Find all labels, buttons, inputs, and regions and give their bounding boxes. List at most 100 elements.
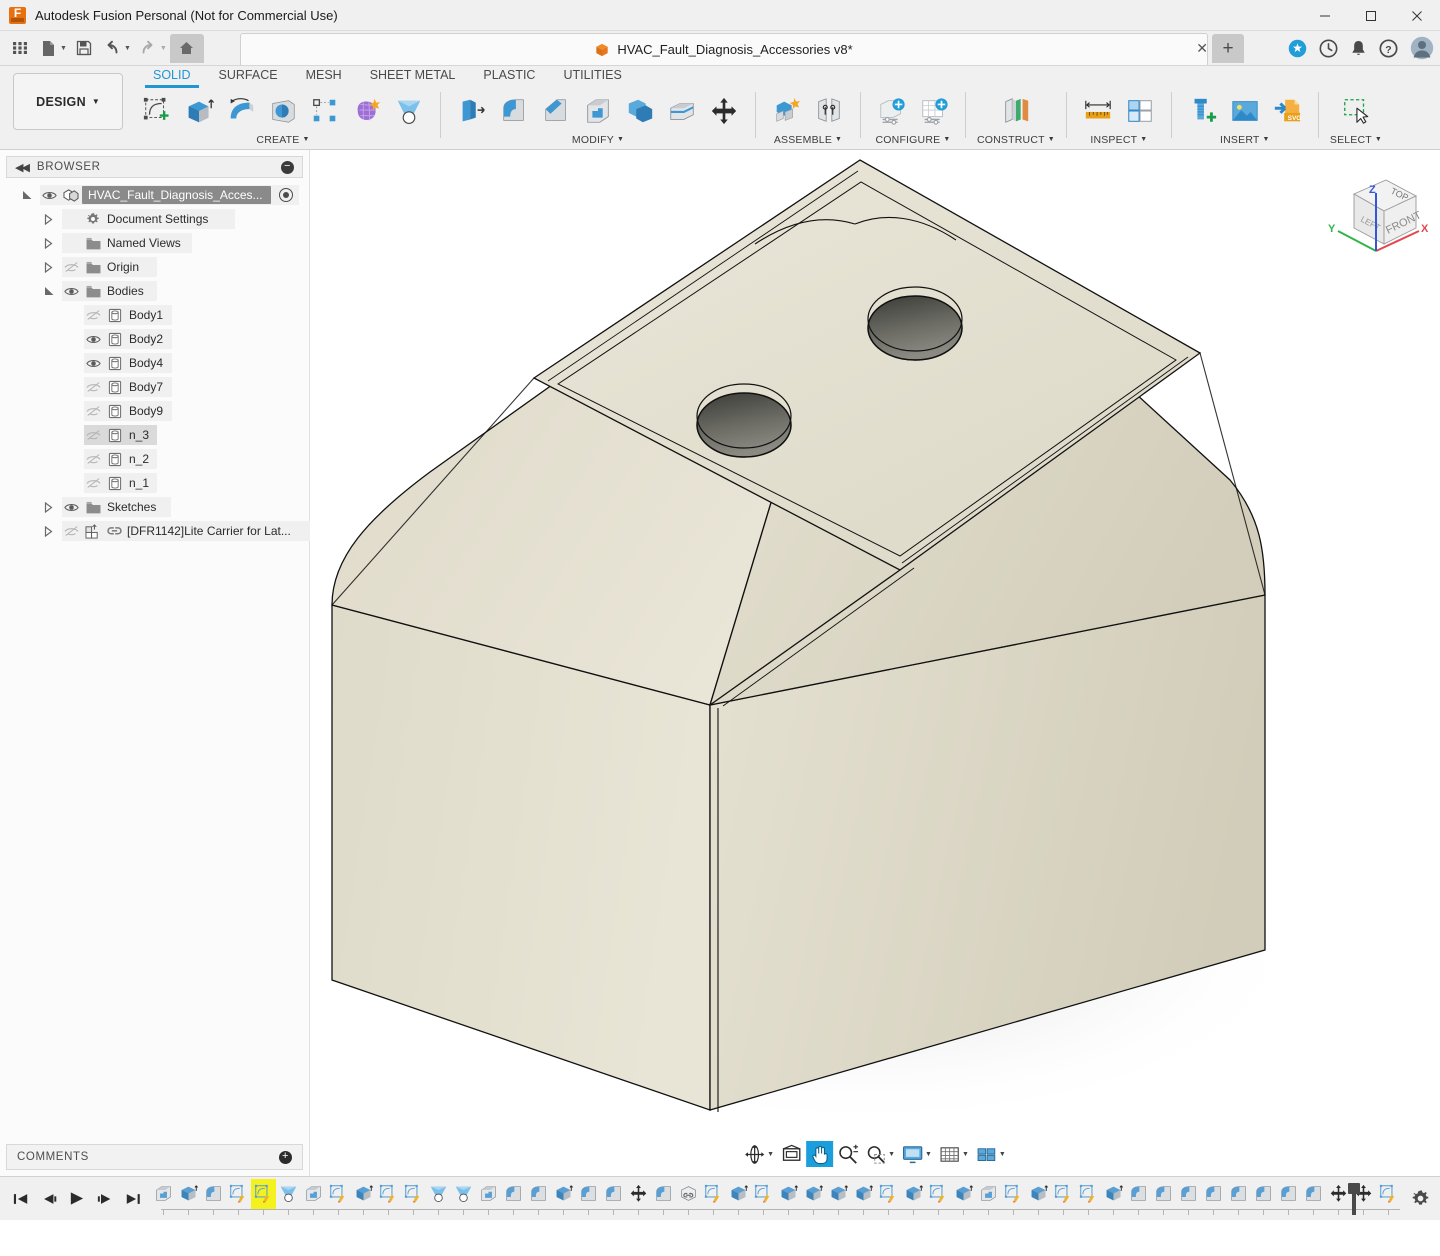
loft-icon[interactable]: [389, 91, 429, 131]
timeline-feature[interactable]: [851, 1179, 876, 1209]
expand-arrow-down-icon[interactable]: [44, 286, 60, 296]
browser-tree-item[interactable]: n_2: [0, 447, 309, 471]
model-3d[interactable]: [310, 150, 1440, 1170]
browser-tree-item[interactable]: Body2: [0, 327, 309, 351]
split-face-icon[interactable]: [662, 91, 702, 131]
construct-dropdown-caret[interactable]: ▼: [1048, 136, 1055, 143]
help-icon[interactable]: ?: [1379, 38, 1398, 58]
timeline-feature[interactable]: [476, 1179, 501, 1209]
timeline-feature[interactable]: [301, 1179, 326, 1209]
shell-icon[interactable]: [578, 91, 618, 131]
minus-circle-icon[interactable]: −: [281, 160, 294, 174]
close-document-tab-button[interactable]: ✕: [1196, 41, 1208, 55]
timeline-feature[interactable]: [226, 1179, 251, 1209]
revolve-icon[interactable]: [221, 91, 261, 131]
timeline-end-marker[interactable]: [1348, 1182, 1360, 1215]
activate-component-radio[interactable]: [278, 188, 293, 202]
measure-icon[interactable]: [1078, 91, 1118, 131]
visibility-on-icon[interactable]: [60, 286, 82, 297]
select-dropdown-caret[interactable]: ▼: [1375, 136, 1382, 143]
browser-tree-item[interactable]: Body7: [0, 375, 309, 399]
expand-arrow-right-icon[interactable]: [44, 261, 60, 273]
plus-circle-icon[interactable]: +: [279, 1150, 292, 1164]
ribbon-tab-utilities[interactable]: UTILITIES: [549, 66, 635, 88]
browser-tree-item[interactable]: Bodies: [0, 279, 309, 303]
expand-arrow-right-icon[interactable]: [44, 237, 60, 249]
timeline-feature[interactable]: [1076, 1179, 1101, 1209]
timeline-feature[interactable]: [1251, 1179, 1276, 1209]
visibility-on-icon[interactable]: [60, 502, 82, 513]
timeline-feature[interactable]: [601, 1179, 626, 1209]
timeline-feature[interactable]: [576, 1179, 601, 1209]
go-to-end-button[interactable]: [120, 1185, 145, 1213]
ribbon-tab-sheet-metal[interactable]: SHEET METAL: [356, 66, 470, 88]
browser-tree-item[interactable]: Sketches: [0, 495, 309, 519]
redo-button[interactable]: [134, 34, 162, 62]
timeline-feature[interactable]: [451, 1179, 476, 1209]
expand-arrow-right-icon[interactable]: [44, 213, 60, 225]
browser-tree-item[interactable]: Body1: [0, 303, 309, 327]
timeline-feature[interactable]: [726, 1179, 751, 1209]
visibility-off-icon[interactable]: [82, 429, 104, 441]
expand-arrow-right-icon[interactable]: [44, 525, 60, 537]
timeline-feature[interactable]: [651, 1179, 676, 1209]
step-forward-button[interactable]: [92, 1185, 117, 1213]
save-button[interactable]: [70, 34, 98, 62]
fillet-icon[interactable]: [494, 91, 534, 131]
browser-tree-item[interactable]: Body9: [0, 399, 309, 423]
app-grid-button[interactable]: [6, 34, 34, 62]
timeline-feature[interactable]: [1226, 1179, 1251, 1209]
fit-button[interactable]: ▼: [862, 1141, 898, 1167]
timeline-feature[interactable]: [151, 1179, 176, 1209]
expand-arrow-down-icon[interactable]: [22, 190, 38, 200]
timeline-feature[interactable]: [351, 1179, 376, 1209]
document-tab[interactable]: HVAC_Fault_Diagnosis_Accessories v8*: [240, 33, 1208, 65]
visibility-on-icon[interactable]: [38, 190, 60, 201]
select-window-icon[interactable]: [1336, 91, 1376, 131]
browser-tree-item[interactable]: n_3: [0, 423, 309, 447]
timeline-feature[interactable]: [976, 1179, 1001, 1209]
pan-button[interactable]: [806, 1141, 834, 1167]
visibility-on-icon[interactable]: [82, 358, 104, 369]
extension-badge-icon[interactable]: [1288, 39, 1307, 58]
timeline-feature[interactable]: [701, 1179, 726, 1209]
timeline-feature[interactable]: [501, 1179, 526, 1209]
play-button[interactable]: [64, 1185, 89, 1213]
viewports-dropdown-caret[interactable]: ▼: [999, 1151, 1006, 1158]
timeline-feature[interactable]: [1376, 1179, 1400, 1209]
visibility-off-icon[interactable]: [82, 477, 104, 489]
visibility-off-icon[interactable]: [82, 453, 104, 465]
timeline-feature[interactable]: [401, 1179, 426, 1209]
timeline-feature[interactable]: [1001, 1179, 1026, 1209]
viewports-button[interactable]: ▼: [973, 1141, 1009, 1167]
extrude-icon[interactable]: [179, 91, 219, 131]
browser-tree-item[interactable]: HVAC_Fault_Diagnosis_Acces...: [0, 183, 309, 207]
configure-dropdown-caret[interactable]: ▼: [943, 136, 950, 143]
timeline-track[interactable]: [151, 1178, 1400, 1219]
assemble-dropdown-caret[interactable]: ▼: [835, 136, 842, 143]
ribbon-tab-solid[interactable]: SOLID: [139, 66, 205, 88]
grid-dropdown-caret[interactable]: ▼: [962, 1151, 969, 1158]
modify-dropdown-caret[interactable]: ▼: [617, 136, 624, 143]
timeline-feature[interactable]: [926, 1179, 951, 1209]
timeline-feature[interactable]: [1201, 1179, 1226, 1209]
orbit-dropdown-caret[interactable]: ▼: [767, 1151, 774, 1158]
form-icon[interactable]: [347, 91, 387, 131]
viewport-canvas[interactable]: TOP LEFT FRONT X Y Z ▼ ▼ ▼ ▼ ▼: [310, 150, 1440, 1176]
offset-plane-icon[interactable]: [996, 91, 1036, 131]
timeline-feature[interactable]: [1151, 1179, 1176, 1209]
timeline-feature[interactable]: [1126, 1179, 1151, 1209]
visibility-off-icon[interactable]: [60, 525, 82, 537]
browser-tree-item[interactable]: Body4: [0, 351, 309, 375]
zoom-button[interactable]: [834, 1141, 861, 1167]
visibility-off-icon[interactable]: [82, 405, 104, 417]
move-copy-icon[interactable]: [704, 91, 744, 131]
timeline-feature[interactable]: [801, 1179, 826, 1209]
press-pull-icon[interactable]: [452, 91, 492, 131]
timeline-feature[interactable]: [376, 1179, 401, 1209]
ribbon-tab-plastic[interactable]: PLASTIC: [469, 66, 549, 88]
timeline-feature[interactable]: [676, 1179, 701, 1209]
pattern-icon[interactable]: [305, 91, 345, 131]
home-button[interactable]: [169, 33, 204, 63]
timeline-feature[interactable]: [201, 1179, 226, 1209]
